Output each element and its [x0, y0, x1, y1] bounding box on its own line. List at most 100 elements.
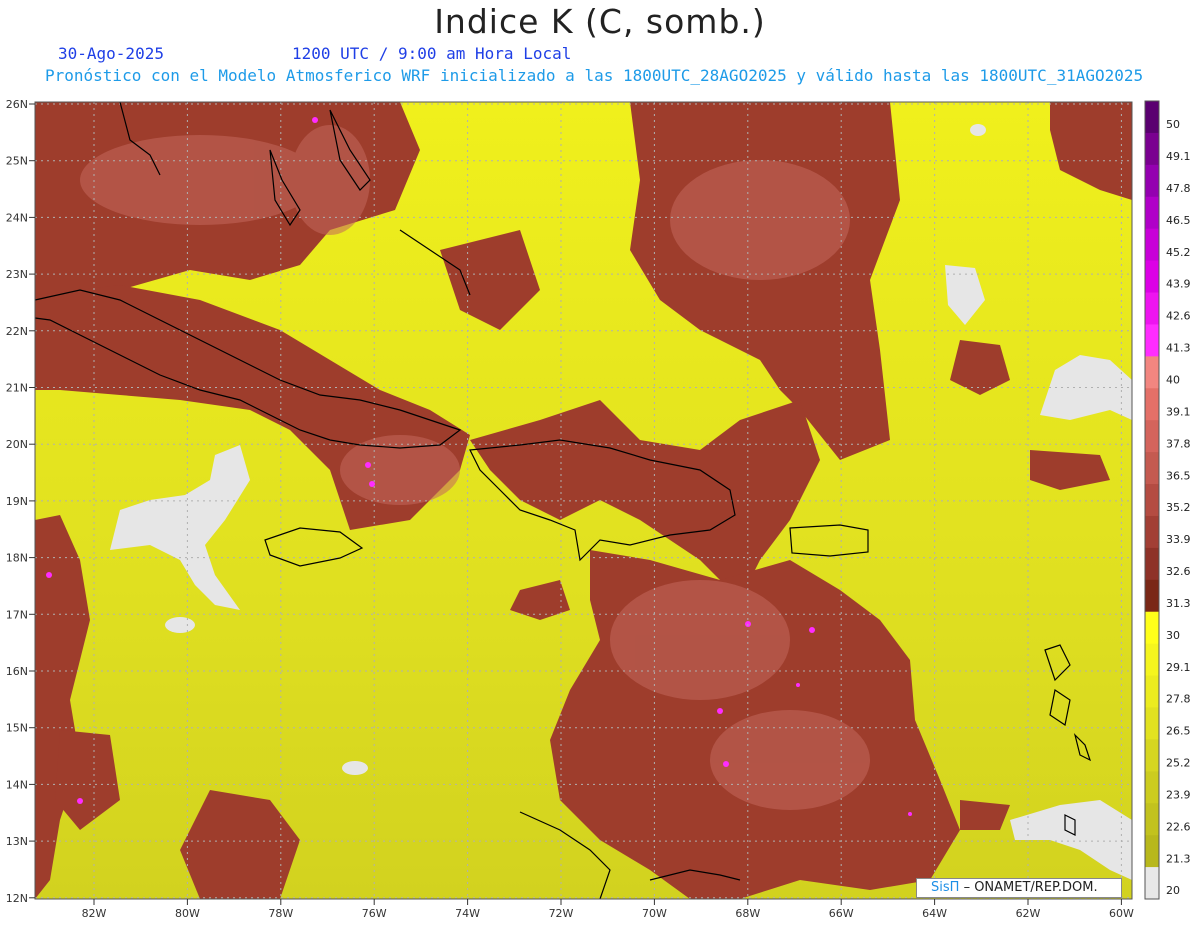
colorbar-label: 37.8 [1166, 437, 1191, 450]
spot [46, 572, 52, 578]
lat-label: 14N [6, 778, 28, 791]
colorbar-label: 46.5 [1166, 214, 1191, 227]
colorbar-label: 43.9 [1166, 278, 1191, 291]
lat-label: 16N [6, 665, 28, 678]
colorbar-label: 50 [1166, 118, 1180, 131]
colorbar-swatch [1145, 484, 1159, 517]
lat-label: 12N [6, 892, 28, 905]
spot [365, 462, 371, 468]
colorbar-label: 29.1 [1166, 661, 1191, 674]
colorbar-label: 23.9 [1166, 788, 1191, 801]
colorbar: 50 49.1 47.8 46.5 45.2 43.9 42.6 41.3 40 39.1 37.8… [1144, 100, 1191, 900]
spot [796, 683, 800, 687]
colorbar-swatch [1145, 707, 1159, 740]
colorbar-label: 32.6 [1166, 565, 1191, 578]
low-region-w2 [165, 617, 195, 633]
colorbar-label: 40 [1166, 373, 1180, 386]
colorbar-swatch [1145, 388, 1159, 421]
colorbar-label: 36.5 [1166, 469, 1191, 482]
valid-time: 1200 UTC / 9:00 am Hora Local [292, 44, 572, 63]
credit-logo: SisΠ [931, 880, 960, 895]
map-title: Indice K (C, somb.) [434, 2, 766, 41]
colorbar-swatch [1145, 515, 1159, 549]
lon-label: 60W [1109, 907, 1134, 920]
colorbar-label: 42.6 [1166, 310, 1191, 323]
colorbar-swatch [1145, 132, 1159, 166]
forecast-date: 30-Ago-2025 [58, 44, 164, 63]
lon-label: 64W [922, 907, 947, 920]
lon-label: 68W [735, 907, 760, 920]
colorbar-swatch [1145, 547, 1159, 581]
lat-label: 21N [6, 382, 28, 395]
spot [809, 627, 815, 633]
lon-label: 78W [268, 907, 293, 920]
colorbar-label: 33.9 [1166, 533, 1191, 546]
hot-core-4 [670, 160, 850, 280]
colorbar-swatch [1145, 292, 1159, 325]
hot-core-5 [340, 435, 460, 505]
latitude-labels: 26N 25N 24N 23N 22N 21N 20N 19N 18N 17N 16N 15N 14N 1… [6, 98, 35, 905]
lat-label: 17N [6, 608, 28, 621]
lon-label: 80W [175, 907, 200, 920]
colorbar-swatch [1145, 324, 1159, 357]
lon-label: 66W [829, 907, 854, 920]
colorbar-swatch [1145, 643, 1159, 677]
colorbar-label: 26.5 [1166, 725, 1191, 738]
colorbar-swatch [1145, 771, 1159, 804]
hot-core-2 [610, 580, 790, 700]
colorbar-swatch [1145, 739, 1159, 772]
spot [77, 798, 83, 804]
colorbar-label: 41.3 [1166, 342, 1191, 355]
colorbar-swatch [1145, 420, 1159, 453]
spot [723, 761, 729, 767]
map-svg: 26N 25N 24N 23N 22N 21N 20N 19N 18N 17N 16N 15N 14N 1… [6, 98, 1191, 920]
colorbar-label: 31.3 [1166, 597, 1191, 610]
lat-label: 26N [6, 98, 28, 111]
colorbar-swatch [1145, 356, 1159, 389]
lat-label: 15N [6, 722, 28, 735]
colorbar-swatch [1145, 867, 1159, 900]
longitude-labels: 82W 80W 78W 76W 74W 72W 70W 68W 66W 64W 62W 60W [82, 899, 1134, 920]
colorbar-label: 49.1 [1166, 150, 1191, 163]
lon-label: 82W [82, 907, 107, 920]
model-info: Pronóstico con el Modelo Atmosferico WRF… [45, 66, 1144, 85]
colorbar-swatch [1145, 803, 1159, 836]
colorbar-swatch [1145, 164, 1159, 198]
lat-label: 20N [6, 438, 28, 451]
lon-label: 76W [362, 907, 387, 920]
colorbar-swatch [1145, 260, 1159, 294]
lat-label: 18N [6, 552, 28, 565]
lat-label: 13N [6, 835, 28, 848]
colorbar-label: 47.8 [1166, 182, 1191, 195]
lon-label: 72W [549, 907, 574, 920]
hot-core-3 [710, 710, 870, 810]
lat-label: 24N [6, 211, 28, 224]
lon-label: 70W [642, 907, 667, 920]
credit-box: SisΠ – ONAMET/REP.DOM. [916, 878, 1122, 898]
spot [908, 812, 912, 816]
colorbar-swatch [1145, 675, 1159, 708]
colorbar-swatch [1145, 196, 1159, 230]
lon-label: 74W [455, 907, 480, 920]
colorbar-label: 27.8 [1166, 693, 1191, 706]
colorbar-label: 30 [1166, 629, 1180, 642]
colorbar-swatch [1145, 611, 1159, 645]
colorbar-label: 21.3 [1166, 852, 1191, 865]
spot [312, 117, 318, 123]
colorbar-swatch [1145, 452, 1159, 485]
spot [717, 708, 723, 714]
low-region-ne2 [970, 124, 986, 136]
colorbar-label: 20 [1166, 884, 1180, 897]
lat-label: 19N [6, 495, 28, 508]
lon-label: 62W [1016, 907, 1041, 920]
lat-label: 25N [6, 155, 28, 168]
colorbar-swatch [1145, 579, 1159, 613]
colorbar-label: 35.2 [1166, 501, 1191, 514]
colorbar-label: 39.1 [1166, 405, 1191, 418]
colorbar-label: 22.6 [1166, 820, 1191, 833]
colorbar-label: 45.2 [1166, 246, 1191, 259]
hot-core-1 [80, 135, 320, 225]
colorbar-swatch [1145, 835, 1159, 868]
credit-text: – ONAMET/REP.DOM. [963, 880, 1098, 895]
colorbar-swatch [1145, 101, 1159, 134]
